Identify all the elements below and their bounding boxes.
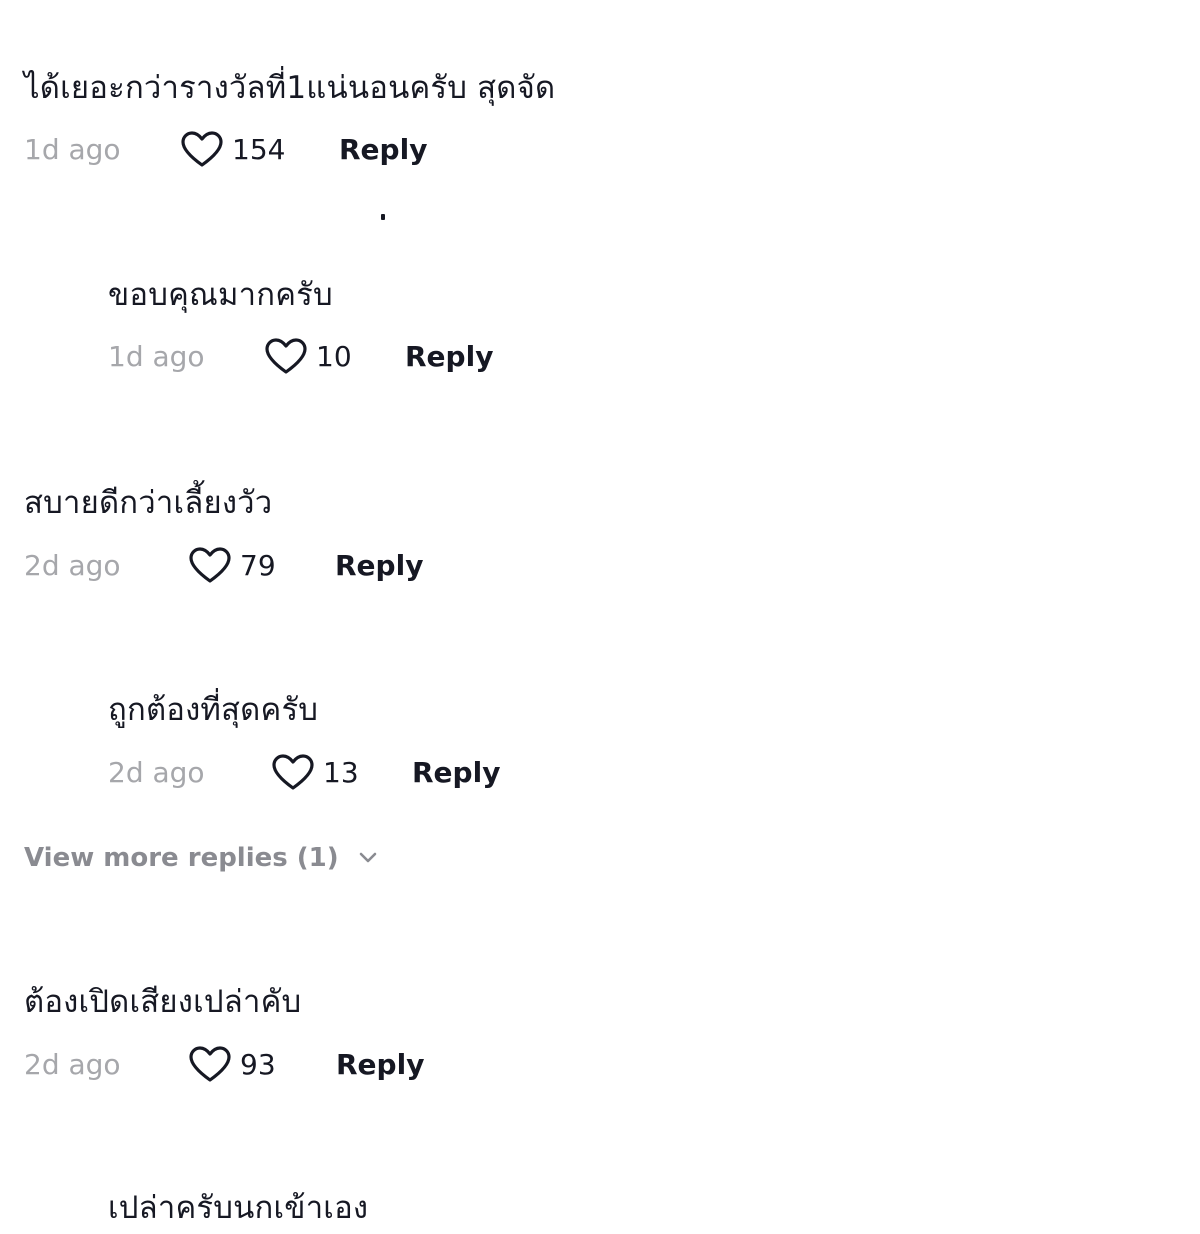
comment-timestamp: 2d ago — [24, 1048, 121, 1081]
comment-text: ขอบคุณมากครับ — [108, 277, 333, 313]
reply-item: ถูกต้องที่สุดครับ 2d ago 13 Reply — [108, 690, 500, 790]
reply-button[interactable]: Reply — [336, 1045, 424, 1085]
comment-timestamp: 1d ago — [24, 133, 121, 166]
like-count: 93 — [240, 1048, 276, 1081]
like-button[interactable]: 13 — [271, 753, 359, 793]
reply-button[interactable]: Reply — [412, 753, 500, 793]
comment-text: ถูกต้องที่สุดครับ — [108, 692, 319, 728]
reply-item: เปล่าครับนกเข้าเอง — [108, 1188, 368, 1228]
stray-mark — [381, 214, 385, 220]
chevron-down-icon — [359, 852, 376, 863]
heart-icon — [265, 338, 307, 374]
comment-text: สบายดีกว่าเลี้ยงวัว — [24, 485, 273, 521]
comment-text: เปล่าครับนกเข้าเอง — [108, 1190, 369, 1226]
comment-timestamp: 2d ago — [24, 549, 121, 582]
heart-icon — [189, 1046, 231, 1082]
comment-timestamp: 1d ago — [108, 340, 205, 373]
comment-item: ต้องเปิดเสียงเปล่าคับ 2d ago 93 Reply — [24, 982, 424, 1082]
heart-icon — [272, 754, 314, 790]
reply-button[interactable]: Reply — [335, 546, 423, 586]
reply-button[interactable]: Reply — [405, 337, 493, 377]
like-count: 10 — [316, 340, 352, 373]
comment-text: ได้เยอะกว่ารางวัลที่1แน่นอนครับ สุดจัด — [24, 70, 556, 106]
heart-icon — [189, 547, 231, 583]
comment-timestamp: 2d ago — [108, 756, 205, 789]
like-count: 13 — [323, 756, 359, 789]
comment-item: ได้เยอะกว่ารางวัลที่1แน่นอนครับ สุดจัด 1… — [24, 68, 556, 167]
comment-item: สบายดีกว่าเลี้ยงวัว 2d ago 79 Reply — [24, 483, 423, 583]
heart-icon — [181, 131, 223, 167]
like-button[interactable]: 10 — [264, 337, 352, 377]
like-button[interactable]: 154 — [180, 130, 285, 170]
comment-text: ต้องเปิดเสียงเปล่าคับ — [24, 984, 302, 1020]
view-more-replies-button[interactable]: View more replies (1) — [24, 838, 379, 878]
like-count: 154 — [232, 133, 286, 166]
like-count: 79 — [240, 549, 276, 582]
like-button[interactable]: 79 — [188, 546, 276, 586]
view-more-replies-label: View more replies (1) — [24, 843, 339, 873]
reply-item: ขอบคุณมากครับ 1d ago 10 Reply — [108, 275, 493, 374]
like-button[interactable]: 93 — [188, 1045, 276, 1085]
reply-button[interactable]: Reply — [339, 130, 427, 170]
